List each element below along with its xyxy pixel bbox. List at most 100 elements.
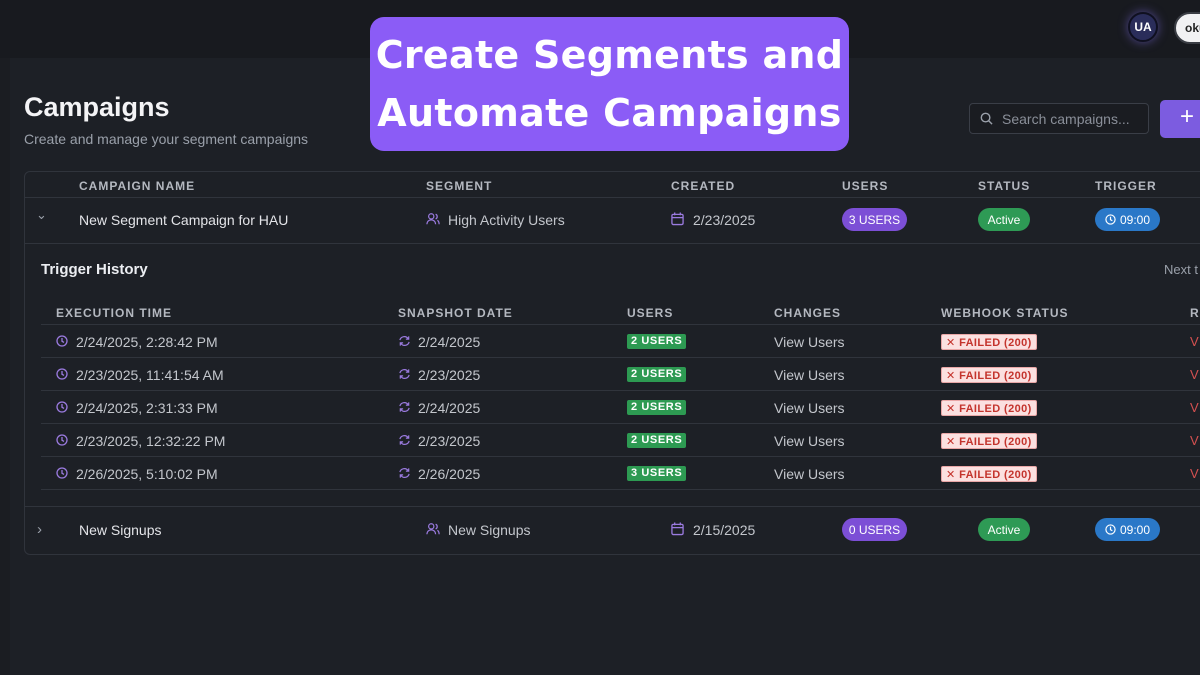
snapshot-date: 2/26/2025: [418, 466, 481, 482]
close-icon: ✕: [946, 337, 960, 349]
view-users-link[interactable]: View Users: [774, 367, 845, 383]
clock-icon: [1105, 524, 1116, 535]
created-date: 2/23/2025: [693, 212, 756, 228]
clock-icon: [56, 335, 68, 347]
history-row-divider: [41, 357, 1200, 358]
col-status[interactable]: STATUS: [978, 179, 1030, 193]
calendar-icon: [671, 212, 684, 226]
col-segment[interactable]: SEGMENT: [426, 179, 492, 193]
campaign-name: New Segment Campaign for HAU: [79, 212, 289, 228]
status-badge: Active: [978, 518, 1030, 541]
calendar-icon: [671, 522, 684, 536]
execution-time: 2/23/2025, 11:41:54 AM: [76, 367, 224, 383]
row-divider: [25, 506, 1200, 507]
col-webhook-status: WEBHOOK STATUS: [941, 306, 1069, 320]
view-users-link[interactable]: View Users: [774, 334, 845, 350]
next-trigger-label: Next t: [1164, 262, 1198, 277]
view-users-link[interactable]: View Users: [774, 400, 845, 416]
close-icon: ✕: [946, 370, 960, 382]
webhook-status-text: FAILED (200): [959, 370, 1032, 382]
close-icon: ✕: [946, 436, 960, 448]
status-badge: Active: [978, 208, 1030, 231]
trigger-history-title: Trigger History: [41, 261, 148, 278]
clock-icon: [56, 434, 68, 446]
webhook-status-text: FAILED (200): [959, 436, 1032, 448]
trigger-badge: 09:00: [1095, 518, 1160, 541]
chevron-down-icon[interactable]: ⌄: [36, 207, 47, 223]
webhook-status-badge: ✕ FAILED (200): [941, 334, 1037, 350]
users-icon: [426, 213, 440, 225]
retry-link[interactable]: V: [1190, 334, 1199, 349]
users-badge[interactable]: 0 USERS: [842, 518, 907, 541]
webhook-status-text: FAILED (200): [959, 403, 1032, 415]
retry-link[interactable]: V: [1190, 433, 1199, 448]
clock-icon: [1105, 214, 1116, 225]
page-title: Campaigns: [24, 92, 170, 122]
refresh-icon: [399, 468, 410, 478]
history-row-divider: [41, 456, 1200, 457]
users-badge[interactable]: 3 USERS: [842, 208, 907, 231]
col-created[interactable]: CREATED: [671, 179, 735, 193]
history-users-badge: 2 USERS: [627, 367, 687, 382]
clock-icon: [56, 401, 68, 413]
search-box[interactable]: [969, 103, 1149, 134]
history-row-divider: [41, 489, 1200, 490]
col-history-users: USERS: [627, 306, 674, 320]
execution-time: 2/24/2025, 2:31:33 PM: [76, 400, 218, 416]
execution-time: 2/24/2025, 2:28:42 PM: [76, 334, 218, 350]
snapshot-date: 2/24/2025: [418, 400, 481, 416]
clock-icon: [56, 368, 68, 380]
add-campaign-button[interactable]: +: [1160, 100, 1200, 138]
execution-time: 2/23/2025, 12:32:22 PM: [76, 433, 226, 449]
execution-time: 2/26/2025, 5:10:02 PM: [76, 466, 218, 482]
logo-text: UA: [1134, 20, 1152, 34]
refresh-icon: [399, 402, 410, 412]
retry-link[interactable]: V: [1190, 466, 1199, 481]
col-r: R: [1190, 306, 1200, 320]
trigger-time: 09:00: [1119, 522, 1151, 537]
refresh-icon: [399, 435, 410, 445]
history-users-badge: 3 USERS: [627, 466, 687, 481]
segment-name: High Activity Users: [448, 212, 565, 228]
history-row-divider: [41, 390, 1200, 391]
segment-name: New Signups: [448, 522, 531, 538]
clock-icon: [56, 467, 68, 479]
history-users-badge: 2 USERS: [627, 334, 687, 349]
history-users-badge: 2 USERS: [627, 433, 687, 448]
refresh-icon: [399, 336, 410, 346]
col-users[interactable]: USERS: [842, 179, 888, 193]
close-icon: ✕: [946, 403, 960, 415]
search-input[interactable]: [1002, 110, 1142, 127]
page-subtitle: Create and manage your segment campaigns: [24, 131, 309, 147]
header-divider: [25, 197, 1200, 198]
col-campaign-name[interactable]: CAMPAIGN NAME: [79, 179, 195, 193]
created-date: 2/15/2025: [693, 522, 756, 538]
campaign-name: New Signups: [79, 522, 162, 538]
webhook-status-badge: ✕ FAILED (200): [941, 400, 1037, 416]
col-changes: CHANGES: [774, 306, 842, 320]
snapshot-date: 2/23/2025: [418, 367, 481, 383]
webhook-status-text: FAILED (200): [959, 337, 1032, 349]
webhook-status-badge: ✕ FAILED (200): [941, 433, 1037, 449]
retry-link[interactable]: V: [1190, 400, 1199, 415]
col-snapshot-date: SNAPSHOT DATE: [398, 306, 513, 320]
history-row-divider: [41, 423, 1200, 424]
chevron-right-icon[interactable]: ›: [37, 521, 42, 538]
snapshot-date: 2/23/2025: [418, 433, 481, 449]
users-icon: [426, 523, 440, 535]
col-execution-time: EXECUTION TIME: [56, 306, 173, 320]
retry-link[interactable]: V: [1190, 367, 1199, 382]
view-users-link[interactable]: View Users: [774, 433, 845, 449]
col-trigger[interactable]: TRIGGER: [1095, 179, 1157, 193]
webhook-status-badge: ✕ FAILED (200): [941, 466, 1037, 482]
campaigns-table: CAMPAIGN NAME SEGMENT CREATED USERS STAT…: [24, 171, 1200, 555]
history-header-divider: [41, 324, 1200, 325]
trigger-badge: 09:00: [1095, 208, 1160, 231]
user-menu-button[interactable]: oku: [1174, 12, 1200, 44]
view-users-link[interactable]: View Users: [774, 466, 845, 482]
app-logo[interactable]: UA: [1128, 12, 1158, 42]
webhook-status-badge: ✕ FAILED (200): [941, 367, 1037, 383]
refresh-icon: [399, 369, 410, 379]
search-icon: [980, 112, 993, 125]
user-label: oku: [1185, 21, 1200, 35]
